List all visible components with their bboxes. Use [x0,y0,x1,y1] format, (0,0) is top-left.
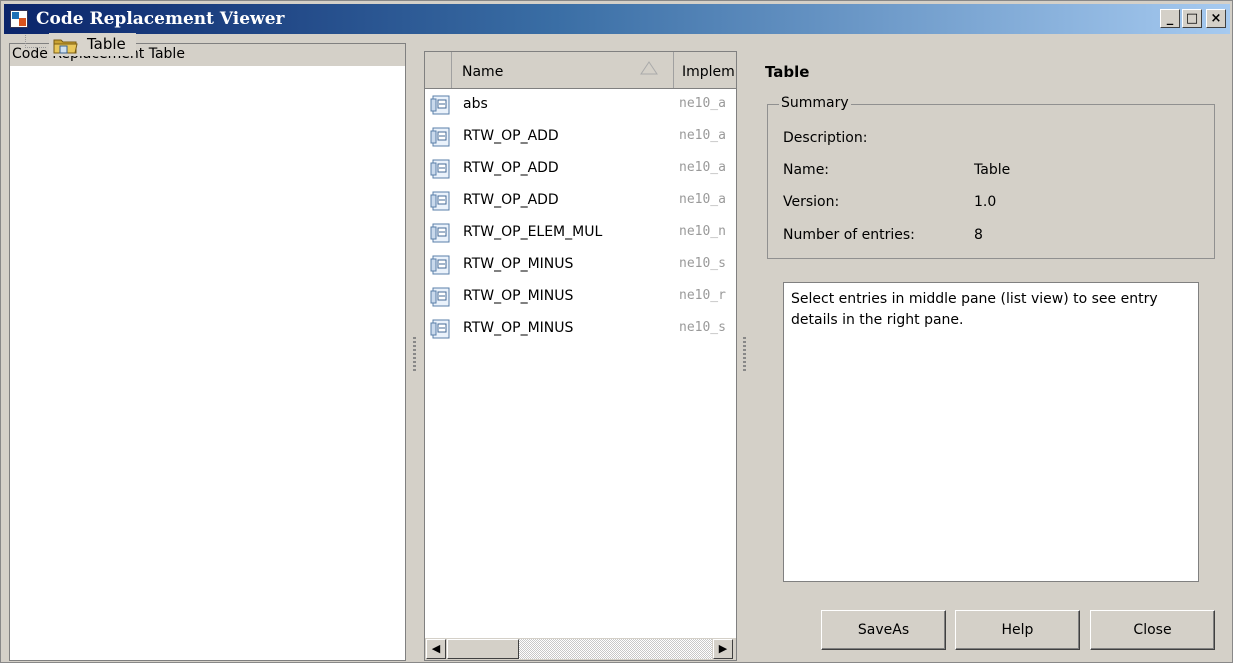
entry-name: RTW_OP_ADD [463,160,559,176]
table-folder-icon [53,39,78,54]
entry-implementation: ne10_a [679,96,726,111]
entry-implementation: ne10_r [679,288,726,303]
version-value: 1.0 [974,194,997,210]
close-button[interactable]: Close [1090,610,1215,650]
entry-name: RTW_OP_ADD [463,192,559,208]
list-item[interactable]: RTW_OP_ELEM_MUL ne10_n [425,217,736,249]
list-item[interactable]: abs ne10_a [425,89,736,121]
scroll-right-button[interactable]: ▶ [713,639,733,659]
scrollbar-track[interactable] [519,639,712,659]
entry-icon [430,255,450,275]
horizontal-scrollbar[interactable]: ◀ ▶ [425,638,736,660]
entry-icon [430,159,450,179]
details-title: Table [765,63,810,81]
close-window-button[interactable]: × [1206,9,1226,28]
entry-icon [430,191,450,211]
code-replacement-table-tree: Code Replacement Table [9,43,406,661]
list-item[interactable]: RTW_OP_MINUS ne10_s [425,313,736,345]
entry-name: RTW_OP_MINUS [463,256,574,272]
column-header-implementation[interactable]: Implem [674,52,736,88]
name-value: Table [974,162,1011,178]
entry-implementation: ne10_a [679,192,726,207]
window-title: Code Replacement Viewer [36,9,285,29]
entry-implementation: ne10_a [679,128,726,143]
column-header-name[interactable]: Name [452,52,674,88]
code-replacement-viewer-window: Code Replacement Viewer _ □ × Code Repla… [0,0,1233,663]
entry-name: RTW_OP_MINUS [463,288,574,304]
tree-item-label: Table [87,35,126,53]
entry-name: RTW_OP_ELEM_MUL [463,224,603,240]
entry-name: abs [463,96,488,112]
entries-count-label: Number of entries: [783,227,915,243]
column-name-label: Name [462,64,504,80]
entry-implementation: ne10_a [679,160,726,175]
name-label: Name: [783,162,830,178]
title-bar[interactable]: Code Replacement Viewer _ □ × [4,4,1230,34]
sort-ascending-icon [640,61,658,75]
minimize-button[interactable]: _ [1160,9,1180,28]
entry-details-text: Select entries in middle pane (list view… [783,282,1199,582]
scrollbar-thumb[interactable] [447,639,519,659]
column-impl-label: Implem [682,64,735,80]
entry-implementation: ne10_s [679,256,726,271]
entry-name: RTW_OP_ADD [463,128,559,144]
list-header: Name Implem [425,52,736,89]
version-label: Version: [783,194,840,210]
entry-implementation: ne10_s [679,320,726,335]
app-icon [10,10,28,28]
list-item[interactable]: RTW_OP_ADD ne10_a [425,153,736,185]
summary-legend: Summary [779,95,851,111]
list-item[interactable]: RTW_OP_ADD ne10_a [425,185,736,217]
entry-icon [430,319,450,339]
entry-implementation: ne10_n [679,224,726,239]
description-label: Description: [783,130,868,146]
entry-icon [430,127,450,147]
entries-list-view: Name Implem abs ne10_a RTW_OP_ADD ne10_a… [424,51,737,661]
entry-icon [430,223,450,243]
left-splitter-handle[interactable] [413,337,416,371]
right-splitter-handle[interactable] [743,337,746,371]
entry-icon [430,287,450,307]
save-as-button[interactable]: SaveAs [821,610,946,650]
tree-connector [25,35,46,48]
entries-count-value: 8 [974,227,983,243]
scroll-left-button[interactable]: ◀ [426,639,446,659]
maximize-button[interactable]: □ [1182,9,1202,28]
list-item[interactable]: RTW_OP_ADD ne10_a [425,121,736,153]
header-icon-column [425,52,452,88]
list-item[interactable]: RTW_OP_MINUS ne10_s [425,249,736,281]
entry-name: RTW_OP_MINUS [463,320,574,336]
entry-icon [430,95,450,115]
list-item[interactable]: RTW_OP_MINUS ne10_r [425,281,736,313]
help-button[interactable]: Help [955,610,1080,650]
